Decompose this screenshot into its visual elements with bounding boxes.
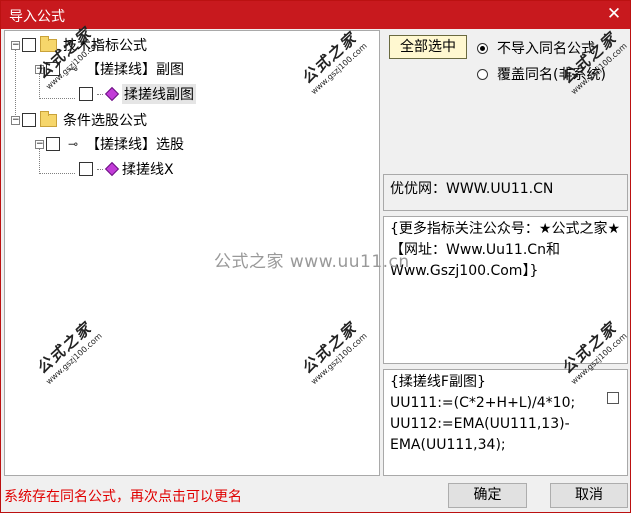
radio-label: 不导入同名公式 xyxy=(497,41,595,57)
tree-node-label: 条件选股公式 xyxy=(63,113,147,129)
code-line: {揉搓线F副图} xyxy=(390,374,486,390)
collapse-icon[interactable]: − xyxy=(11,115,20,125)
collapse-icon[interactable]: − xyxy=(11,40,20,50)
tree-node-subchart-group[interactable]: − ⊸ 【搓揉线】副图 xyxy=(35,59,184,79)
radio-label: 覆盖同名(非系统) xyxy=(497,67,606,83)
cancel-button[interactable]: 取消 xyxy=(550,483,628,508)
tree-checkbox[interactable] xyxy=(79,162,93,176)
title-bar[interactable]: 导入公式 ✕ xyxy=(1,1,630,29)
radio-overwrite-same-name[interactable]: 覆盖同名(非系统) xyxy=(477,64,606,84)
site-info-panel: 优优网：WWW.UU11.CN xyxy=(383,174,628,211)
description-text: {更多指标关注公众号：★公式之家★【网址：Www.Uu11.Cn和Www.Gsz… xyxy=(390,221,621,279)
tree-node-selection-formula[interactable]: 揉搓线X xyxy=(79,159,174,179)
key-icon: ⊸ xyxy=(67,62,79,76)
tree-connector xyxy=(39,98,75,99)
dialog-title: 导入公式 xyxy=(9,9,65,25)
collapse-icon[interactable]: − xyxy=(35,139,44,149)
tree-checkbox[interactable] xyxy=(46,137,60,151)
tree-checkbox[interactable] xyxy=(79,87,93,101)
radio-button[interactable] xyxy=(477,68,488,80)
collapse-icon[interactable]: − xyxy=(35,64,44,74)
tree-checkbox[interactable] xyxy=(22,38,36,52)
site-text: 优优网：WWW.UU11.CN xyxy=(390,181,554,197)
close-icon[interactable]: ✕ xyxy=(604,4,624,24)
formula-icon xyxy=(105,88,117,100)
folder-icon xyxy=(40,110,57,127)
code-line: UU111:=(C*2+H+L)/4*10; xyxy=(390,395,576,411)
tree-node-subchart-formula[interactable]: 揉搓线副图 xyxy=(79,84,196,104)
tree-connector xyxy=(39,173,75,174)
tree-node-label: 技术指标公式 xyxy=(63,38,147,54)
tree-node-technical-indicators[interactable]: − 技术指标公式 xyxy=(11,35,147,55)
select-all-button[interactable]: 全部选中 xyxy=(389,35,467,59)
watermark-logo: 公式之家 www.gszj100.com xyxy=(558,28,629,97)
tree-checkbox[interactable] xyxy=(22,113,36,127)
folder-icon xyxy=(40,35,57,52)
description-panel[interactable]: {更多指标关注公众号：★公式之家★【网址：Www.Uu11.Cn和Www.Gsz… xyxy=(383,216,628,364)
tree-connector xyxy=(97,168,103,170)
radio-button[interactable] xyxy=(477,42,488,54)
tree-node-label: 【搓揉线】副图 xyxy=(86,62,184,78)
tree-node-stock-selection[interactable]: − 条件选股公式 xyxy=(11,110,147,130)
tree-node-label: 揉搓线X xyxy=(122,162,174,178)
tree-connector xyxy=(97,93,103,95)
tree-node-selection-group[interactable]: − ⊸ 【搓揉线】选股 xyxy=(35,134,184,154)
radio-skip-same-name[interactable]: 不导入同名公式 xyxy=(477,38,595,58)
key-icon: ⊸ xyxy=(67,137,79,151)
tree-node-label: 【搓揉线】选股 xyxy=(86,137,184,153)
tree-node-label: 揉搓线副图 xyxy=(122,84,196,104)
tree-checkbox[interactable] xyxy=(46,62,60,76)
formula-code-panel[interactable]: {揉搓线F副图} UU111:=(C*2+H+L)/4*10; UU112:=E… xyxy=(383,369,628,476)
import-formula-dialog: 导入公式 ✕ − 技术指标公式 − ⊸ 【搓揉线】副图 揉搓线副图 − 条件选股… xyxy=(0,0,631,513)
status-message: 系统存在同名公式，再次点击可以更名 xyxy=(4,489,242,505)
code-line: UU112:=EMA(UU111,13)- xyxy=(390,416,570,432)
ok-button[interactable]: 确定 xyxy=(448,483,527,508)
formula-tree[interactable]: − 技术指标公式 − ⊸ 【搓揉线】副图 揉搓线副图 − 条件选股公式 − ⊸ xyxy=(4,30,380,476)
code-checkbox[interactable] xyxy=(607,392,619,404)
code-line: EMA(UU111,34); xyxy=(390,437,506,453)
formula-icon xyxy=(105,163,117,175)
